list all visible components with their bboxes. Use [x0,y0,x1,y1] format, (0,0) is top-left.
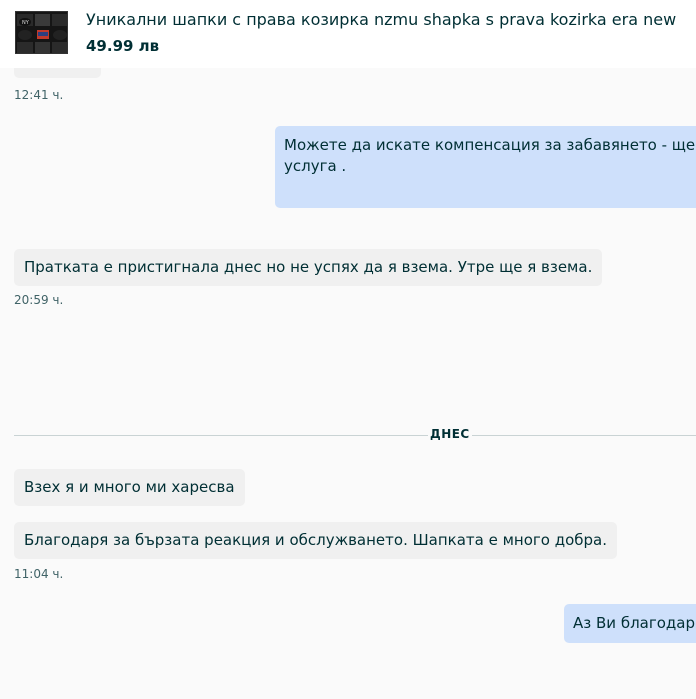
product-title[interactable]: Уникални шапки с права козирка nzmu shap… [86,10,676,30]
divider-line [14,435,696,436]
message-text: услуга . [284,157,347,175]
message-bubble-incoming: Взех я и много ми харесва [14,469,245,506]
message-bubble-incoming: Пратката е пристигнала днес но не успях … [14,249,603,286]
product-thumbnail[interactable]: NY [15,11,68,54]
product-header: NY Уникални шапки с права козирка nzmu s… [0,0,696,68]
message-timestamp: 20:59 ч. [14,293,64,307]
message-text: Можете да искате компенсация за забавяне… [284,136,696,154]
message-bubble-outgoing: Можете да искате компенсация за забавяне… [275,126,696,208]
product-price: 49.99 лв [86,37,160,55]
message-text: Взех я и много ми харесва [24,478,235,496]
svg-text:NY: NY [22,20,30,26]
message-bubble-incoming: Благодаря за бързата реакция и обслужван… [14,522,618,559]
message-list: 12:41 ч. Можете да искате компенсация за… [0,66,696,699]
message-text: Пратката е пристигнала днес но не успях … [24,258,593,276]
message-bubble-outgoing: Аз Ви благодаря [564,604,696,643]
product-thumbnail-image: NY [16,12,67,53]
chat-page: NY Уникални шапки с права козирка nzmu s… [0,0,696,699]
day-divider: ДНЕС [14,427,696,441]
day-divider-label: ДНЕС [428,427,472,441]
message-timestamp: 11:04 ч. [14,567,64,581]
message-text: Благодаря за бързата реакция и обслужван… [24,531,608,549]
message-text: Аз Ви благодаря [573,614,696,632]
message-timestamp: 12:41 ч. [14,88,64,102]
